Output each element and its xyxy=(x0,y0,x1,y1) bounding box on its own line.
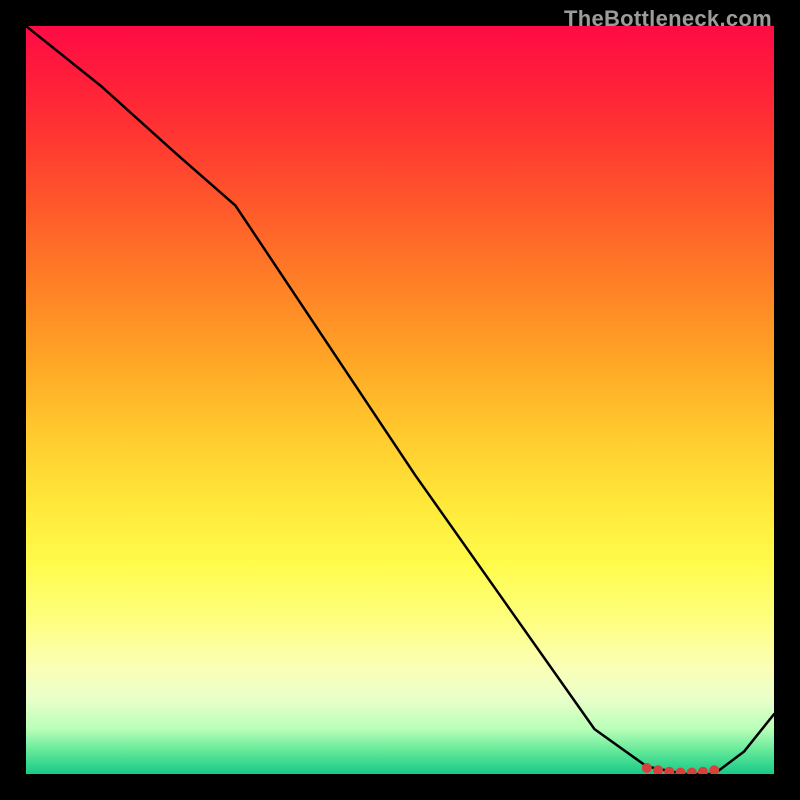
data-line xyxy=(26,26,774,774)
plot-area xyxy=(26,26,774,774)
chart-frame: TheBottleneck.com xyxy=(0,0,800,800)
watermark-text: TheBottleneck.com xyxy=(564,6,772,32)
data-marker xyxy=(642,763,652,773)
data-marker xyxy=(653,765,663,774)
data-marker xyxy=(709,765,719,774)
data-marker xyxy=(698,767,708,774)
data-marker xyxy=(687,768,697,774)
chart-svg xyxy=(26,26,774,774)
marker-group xyxy=(642,763,719,774)
data-marker xyxy=(664,767,674,774)
data-marker xyxy=(676,768,686,774)
